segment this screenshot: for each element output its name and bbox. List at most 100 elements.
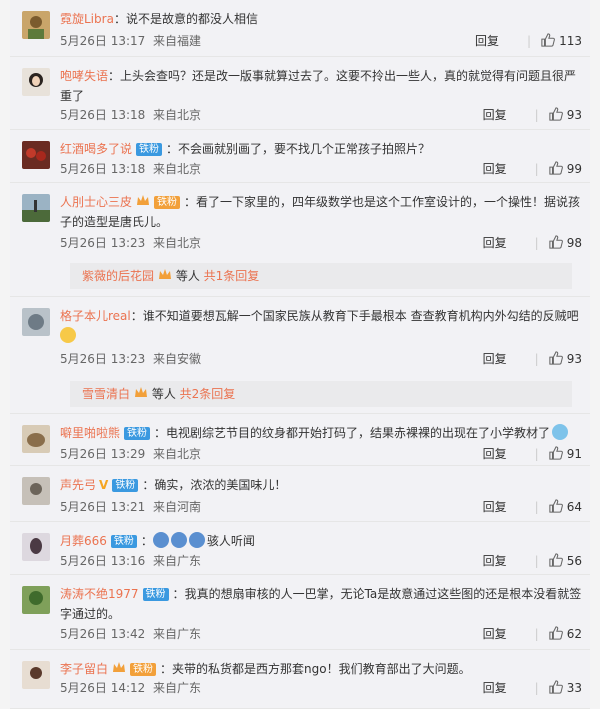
fan-badge: 铁粉 [154,196,181,209]
reply-button[interactable]: 回复 [483,681,507,695]
avatar[interactable] [22,194,50,222]
avatar[interactable] [22,68,50,96]
comment-source: 来自广东 [152,554,201,568]
comment-source: 来自北京 [152,162,201,176]
like-button[interactable]: 99 [549,161,582,176]
like-button[interactable]: 33 [549,680,582,695]
avatar[interactable] [22,477,50,505]
username-link[interactable]: 声先弓 [60,478,96,492]
comment-meta: 5月26日 13:42 来自广东 [60,626,201,642]
avatar[interactable] [22,141,50,169]
like-button[interactable]: 64 [549,499,582,514]
username-link[interactable]: 咆哮失语 [60,69,108,83]
comment-source: 来自河南 [152,500,201,514]
comment-meta: 5月26日 14:12 来自广东 [60,680,201,696]
comment-text: 不会画就别画了，要不找几个正常孩子拍照片？ [178,142,431,156]
like-count: 93 [566,108,582,122]
like-count: 113 [559,34,582,48]
username-link[interactable]: 噼里啪啦熊 [60,426,120,440]
comment-item: 格子本儿real：谁不知道要想瓦解一个国家民族从教育下手最根本 查查教育机构内外… [10,297,590,414]
username-link[interactable]: 人刖士心三皮 [60,195,132,209]
fan-badge: 铁粉 [142,588,169,601]
like-button[interactable]: 93 [549,107,582,122]
like-button[interactable]: 91 [549,446,582,461]
fan-badge: 铁粉 [136,143,163,156]
reply-button[interactable]: 回复 [475,34,499,48]
comment-text: 确实，浓浓的美国味儿！ [154,478,287,492]
username-link[interactable]: 格子本儿real [60,309,131,323]
like-count: 56 [566,554,582,568]
comment-actions: 回复 | 33 [482,680,582,695]
thumbs-up-icon [549,107,563,121]
comment-text-line: 声先弓 V 铁粉 ：确实，浓浓的美国味儿！ [60,478,287,492]
comment-date: 5月26日 13:18 [60,162,146,176]
avatar[interactable] [22,533,50,561]
like-count: 33 [566,681,582,695]
avatar[interactable] [22,586,50,614]
comment-meta: 5月26日 13:23 来自北京 [60,235,201,251]
comment-date: 5月26日 13:17 [60,34,146,48]
thumbs-up-icon [549,351,563,365]
sub-reply-summary[interactable]: 雪雪清白 等人 共2条回复 [70,381,572,407]
reply-button[interactable]: 回复 [483,352,507,366]
reply-button[interactable]: 回复 [483,554,507,568]
reply-button[interactable]: 回复 [483,447,507,461]
crown-icon [137,195,150,205]
username-link[interactable]: 月葬666 [60,534,107,548]
reply-button[interactable]: 回复 [483,500,507,514]
username-link[interactable]: 霓旋Libra [60,12,114,26]
like-button[interactable]: 93 [549,351,582,366]
comment-source: 来自北京 [152,108,201,122]
reply-button[interactable]: 回复 [483,236,507,250]
username-link[interactable]: 李子留白 [60,662,108,676]
username-link[interactable]: 涛涛不绝1977 [60,587,139,601]
comment-meta: 5月26日 13:23 来自安徽 [60,351,201,367]
sub-reply-user[interactable]: 雪雪清白 [82,387,130,401]
avatar[interactable] [22,425,50,453]
comment-item: 李子留白 铁粉 ：夹带的私货都是西方那套ngo！我们教育部出了大问题。 5月26日 … [10,650,590,709]
comment-item: 月葬666 铁粉：骇人听闻 5月26日 13:16 来自广东 回复 | 56 [10,522,590,575]
sub-reply-count[interactable]: 共1条回复 [204,269,260,283]
thumbs-up-icon [549,553,563,567]
like-button[interactable]: 56 [549,553,582,568]
comment-source: 来自北京 [152,236,201,250]
avatar[interactable] [22,661,50,689]
like-count: 98 [566,236,582,250]
avatar[interactable] [22,11,50,39]
comment-date: 5月26日 13:16 [60,554,146,568]
like-button[interactable]: 113 [541,33,582,48]
thumbs-up-icon [549,235,563,249]
comment-date: 5月26日 13:23 [60,236,146,250]
comment-text: 谁不知道要想瓦解一个国家民族从教育下手最根本 查查教育机构内外勾结的反贼吧 [142,309,579,323]
vip-v-icon: V [99,478,109,492]
comment-date: 5月26日 13:29 [60,447,146,461]
thumbs-up-icon [549,446,563,460]
sub-reply-user[interactable]: 紫薇的后花园 [82,269,154,283]
thumbs-up-icon [549,499,563,513]
sub-reply-count[interactable]: 共2条回复 [180,387,236,401]
comment-meta: 5月26日 13:18 来自北京 [60,107,201,123]
reply-button[interactable]: 回复 [483,162,507,176]
comment-meta: 5月26日 13:17 来自福建 [60,33,201,49]
crown-icon [135,387,148,397]
comment-source: 来自福建 [152,34,201,48]
comment-meta: 5月26日 13:29 来自北京 [60,446,201,462]
sub-reply-rest: 等人 [148,387,180,401]
sub-reply-summary[interactable]: 紫薇的后花园 等人 共1条回复 [70,263,572,289]
comment-actions: 回复 | 113 [475,33,582,48]
comment-text-line: 李子留白 铁粉 ：夹带的私货都是西方那套ngo！我们教育部出了大问题。 [60,662,471,676]
like-count: 91 [566,447,582,461]
like-button[interactable]: 62 [549,626,582,641]
username-link[interactable]: 红酒喝多了说 [60,142,132,156]
reply-button[interactable]: 回复 [483,627,507,641]
comment-date: 5月26日 14:12 [60,681,146,695]
comment-actions: 回复 | 99 [482,161,582,176]
avatar[interactable] [22,308,50,336]
comment-text: 上头会查吗？还是改一版事就算过去了。这要不拎出一些人，真的就觉得有问题且很严重了 [60,69,577,103]
like-button[interactable]: 98 [549,235,582,250]
crown-icon [159,269,172,279]
comment-item: 涛涛不绝1977 铁粉 ：我真的想扇审核的人一巴掌，无论Ta是故意通过这些图的还是根… [10,575,590,650]
reply-button[interactable]: 回复 [483,108,507,122]
comment-meta: 5月26日 13:21 来自河南 [60,499,201,515]
comment-date: 5月26日 13:21 [60,500,146,514]
